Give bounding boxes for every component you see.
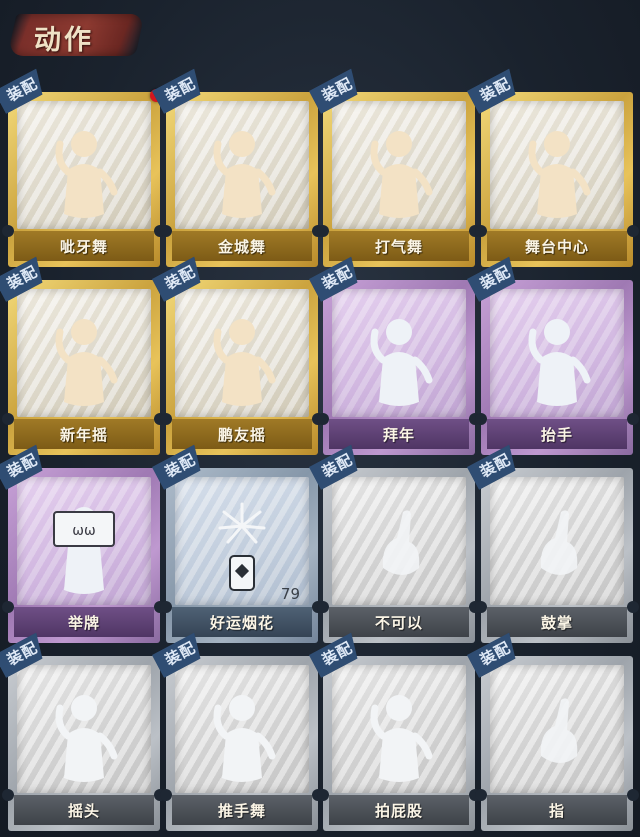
card-name: 舞台中心 — [524, 237, 589, 256]
frame-notch — [627, 789, 639, 801]
frame-notch — [317, 789, 329, 801]
card-label-bar: 拜年 — [329, 419, 469, 449]
dancer-pose-icon — [521, 122, 593, 222]
emote-card[interactable]: 舞台中心 装配 — [481, 92, 639, 267]
card-label-bar: 打气舞 — [329, 231, 469, 261]
bow-icon — [363, 310, 435, 410]
emote-card[interactable]: 抬手 装配 — [481, 280, 639, 455]
frame-notch — [160, 601, 172, 613]
dancer-clap-icon — [48, 310, 120, 410]
card-name: 好运烟花 — [209, 613, 274, 632]
emote-card[interactable]: 指装配 — [481, 656, 639, 831]
dancer-wave-icon — [206, 122, 278, 222]
raise-hand-icon — [521, 310, 593, 410]
sign-board-icon: ωω — [48, 498, 120, 598]
frame-notch — [627, 601, 639, 613]
frame-notch — [2, 601, 14, 613]
card-name: 举牌 — [67, 613, 100, 632]
card-label-bar: 呲牙舞 — [14, 231, 154, 261]
card-name: 打气舞 — [374, 237, 423, 256]
card-label-bar: 金城舞 — [172, 231, 312, 261]
card-name: 新年摇 — [59, 425, 108, 444]
emote-card[interactable]: 鼓掌 装配 — [481, 468, 639, 643]
emote-card[interactable]: 摇头 装配 — [8, 656, 166, 831]
card-name: 不可以 — [374, 613, 423, 632]
emote-card[interactable]: 不可以 装配 — [323, 468, 481, 643]
emote-card[interactable]: 拜年 装配 — [323, 280, 481, 455]
frame-notch — [475, 789, 487, 801]
card-name: 拍屁股 — [374, 801, 423, 820]
frame-notch — [160, 225, 172, 237]
frame-notch — [2, 789, 14, 801]
card-name: 抬手 — [540, 425, 573, 444]
card-name: 鼓掌 — [540, 613, 573, 632]
card-label-bar: 鹏友摇 — [172, 419, 312, 449]
card-label-bar: 不可以 — [329, 607, 469, 637]
finger-no-icon — [363, 498, 435, 598]
emote-card[interactable]: 鹏友摇 装配 — [166, 280, 324, 455]
card-label-bar: 举牌 — [14, 607, 154, 637]
card-label-bar: 指 — [487, 795, 627, 825]
frame-notch — [627, 413, 639, 425]
frame-notch — [317, 413, 329, 425]
dancer-music-icon — [48, 122, 120, 222]
card-label-bar: 拍屁股 — [329, 795, 469, 825]
card-label-bar: 舞台中心 — [487, 231, 627, 261]
card-label-bar: 鼓掌 — [487, 607, 627, 637]
card-label-bar: 好运烟花 — [172, 607, 312, 637]
frame-notch — [2, 413, 14, 425]
item-count: 79 — [280, 585, 300, 603]
svg-text:ωω: ωω — [72, 523, 95, 539]
emote-card[interactable]: 打气舞 装配 — [323, 92, 481, 267]
frame-notch — [475, 225, 487, 237]
emote-card[interactable]: 好运烟花 装配 79 — [166, 468, 324, 643]
firework-icon — [206, 498, 278, 598]
card-name: 呲牙舞 — [59, 237, 108, 256]
frame-notch — [317, 225, 329, 237]
card-name: 拜年 — [382, 425, 415, 444]
emote-card[interactable]: 拍屁股 装配 — [323, 656, 481, 831]
pat-icon — [363, 686, 435, 786]
shake-head-icon — [48, 686, 120, 786]
frame-notch — [160, 789, 172, 801]
card-label-bar: 抬手 — [487, 419, 627, 449]
emote-card[interactable]: 新年摇 装配 — [8, 280, 166, 455]
card-name: 指 — [548, 801, 565, 820]
push-hands-icon — [206, 686, 278, 786]
emote-grid: 呲牙舞 装配 金城舞 装配 打气舞 装配 舞台中心 装配 新年摇 装配 鹏友摇 装配 拜年装… — [0, 0, 640, 837]
emote-card[interactable]: ωω 举牌 装配 — [8, 468, 166, 643]
card-name: 推手舞 — [217, 801, 266, 820]
card-name: 摇头 — [67, 801, 100, 820]
emote-card[interactable]: 推手舞 装配 — [166, 656, 324, 831]
emote-card[interactable]: 呲牙舞 装配 — [8, 92, 166, 267]
frame-notch — [160, 413, 172, 425]
frame-notch — [475, 413, 487, 425]
dancer-point-icon — [206, 310, 278, 410]
frame-notch — [475, 601, 487, 613]
frame-notch — [317, 601, 329, 613]
card-label-bar: 新年摇 — [14, 419, 154, 449]
frame-notch — [2, 225, 14, 237]
dancer-cheer-icon — [363, 122, 435, 222]
card-label-bar: 推手舞 — [172, 795, 312, 825]
clap-hands-icon — [521, 498, 593, 598]
card-name: 金城舞 — [217, 237, 266, 256]
emote-card[interactable]: 金城舞 装配 — [166, 92, 324, 267]
point-icon — [521, 686, 593, 786]
frame-notch — [627, 225, 639, 237]
card-label-bar: 摇头 — [14, 795, 154, 825]
card-name: 鹏友摇 — [217, 425, 266, 444]
